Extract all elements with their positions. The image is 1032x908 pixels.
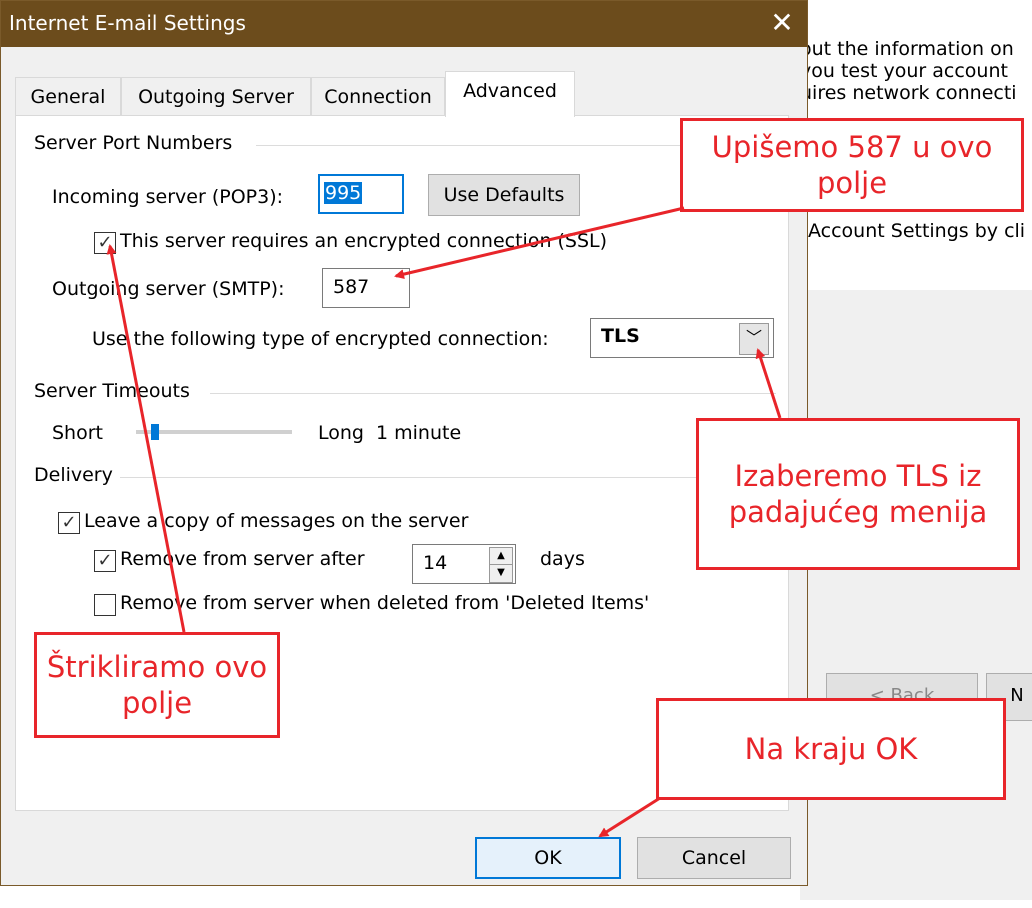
leave-copy-label: Leave a copy of messages on the server bbox=[84, 510, 469, 532]
remove-after-checkbox[interactable]: ✓ bbox=[94, 550, 116, 572]
check-icon: ✓ bbox=[97, 550, 113, 571]
tab-connection[interactable]: Connection bbox=[311, 77, 445, 115]
incoming-port-input[interactable]: 995 bbox=[318, 174, 404, 214]
encryption-type-select[interactable]: TLS ﹀ bbox=[590, 318, 774, 358]
title-bar[interactable]: Internet E-mail Settings ✕ bbox=[1, 1, 807, 47]
remove-after-days-stepper[interactable]: 14 ▲ ▼ bbox=[412, 544, 516, 584]
server-port-numbers-group-label: Server Port Numbers bbox=[34, 132, 233, 154]
remove-deleted-label: Remove from server when deleted from 'De… bbox=[120, 592, 650, 614]
dialog-title: Internet E-mail Settings bbox=[9, 11, 246, 35]
ok-button[interactable]: OK bbox=[475, 837, 621, 879]
outgoing-port-input[interactable]: 587 bbox=[322, 268, 410, 308]
incoming-server-label: Incoming server (POP3): bbox=[52, 186, 284, 208]
incoming-port-value: 995 bbox=[324, 182, 363, 204]
remove-after-days-value: 14 bbox=[423, 552, 448, 574]
encryption-type-value: TLS bbox=[601, 325, 640, 347]
timeout-long-label: Long bbox=[318, 422, 364, 444]
timeout-slider-thumb[interactable] bbox=[151, 424, 159, 440]
stepper-down-icon[interactable]: ▼ bbox=[489, 564, 513, 583]
timeout-value: 1 minute bbox=[376, 422, 462, 444]
check-icon: ✓ bbox=[97, 232, 113, 253]
cancel-button[interactable]: Cancel bbox=[637, 837, 791, 879]
server-timeouts-group-label: Server Timeouts bbox=[34, 380, 190, 402]
ssl-annotation-callout: Štrikliramo ovo polje bbox=[34, 632, 280, 738]
timeout-slider[interactable] bbox=[136, 424, 292, 440]
tab-advanced[interactable]: Advanced bbox=[445, 71, 575, 117]
ssl-checkbox-label: This server requires an encrypted connec… bbox=[120, 230, 608, 252]
ok-annotation-callout: Na kraju OK bbox=[656, 698, 1006, 800]
days-label: days bbox=[540, 548, 585, 570]
tab-outgoing-server[interactable]: Outgoing Server bbox=[121, 77, 311, 115]
group-divider bbox=[120, 477, 776, 478]
leave-copy-checkbox[interactable]: ✓ bbox=[58, 512, 80, 534]
tab-general[interactable]: General bbox=[15, 77, 121, 115]
encryption-type-label: Use the following type of encrypted conn… bbox=[92, 328, 549, 350]
background-text: Account Settings by cli bbox=[808, 220, 1026, 242]
use-defaults-button[interactable]: Use Defaults bbox=[428, 174, 580, 216]
port-annotation-callout: Upišemo 587 u ovo polje bbox=[680, 118, 1024, 212]
chevron-down-icon[interactable]: ﹀ bbox=[739, 323, 769, 355]
remove-deleted-checkbox[interactable] bbox=[94, 594, 116, 616]
outgoing-port-value: 587 bbox=[333, 276, 370, 298]
background-text: uires network connecti bbox=[800, 82, 1017, 104]
background-text: you test your account bbox=[800, 60, 1008, 82]
remove-after-label: Remove from server after bbox=[120, 548, 365, 570]
timeout-short-label: Short bbox=[52, 422, 103, 444]
ssl-checkbox[interactable]: ✓ bbox=[94, 232, 116, 254]
tls-annotation-callout: Izaberemo TLS iz padajućeg menija bbox=[696, 418, 1020, 570]
group-divider bbox=[210, 393, 776, 394]
delivery-group-label: Delivery bbox=[34, 464, 113, 486]
background-text: out the information on bbox=[800, 38, 1014, 60]
outgoing-server-label: Outgoing server (SMTP): bbox=[52, 278, 285, 300]
close-icon[interactable]: ✕ bbox=[757, 1, 807, 47]
check-icon: ✓ bbox=[61, 512, 77, 533]
background-panel bbox=[800, 290, 1032, 900]
